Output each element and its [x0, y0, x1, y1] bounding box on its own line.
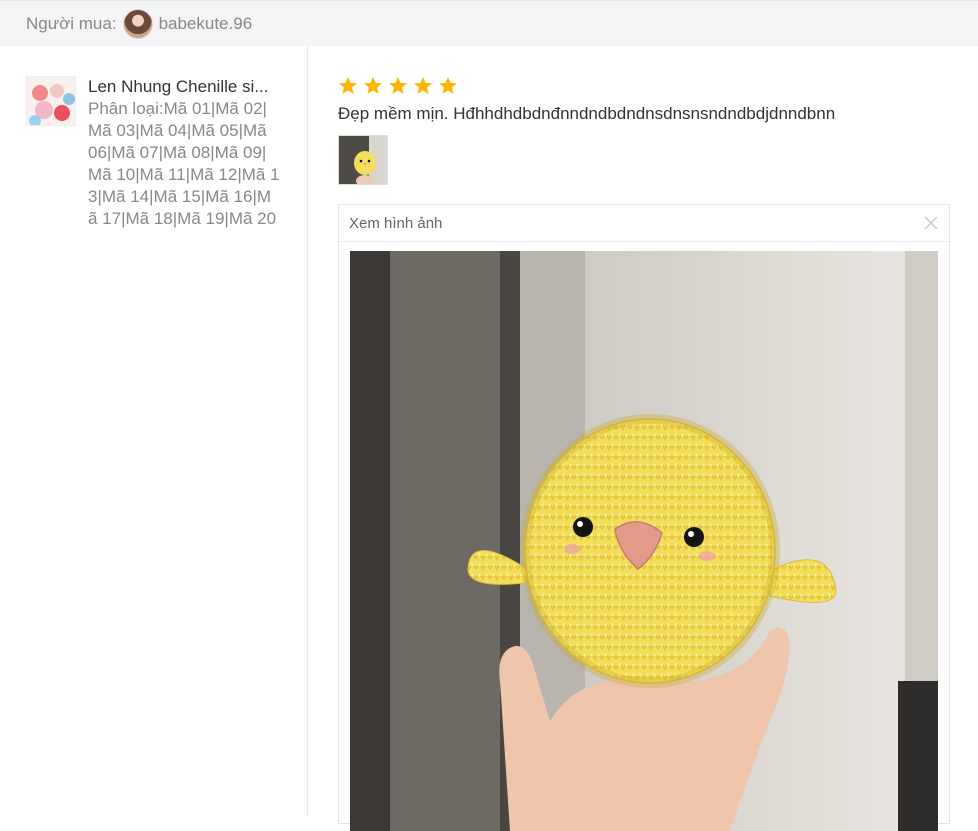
review-photo-large: [350, 251, 938, 831]
product-name[interactable]: Len Nhung Chenille si...: [88, 76, 280, 98]
buyer-avatar[interactable]: [122, 8, 153, 39]
review-block: Đẹp mềm mịn. Hđhhdhdbdnđnndndbdndnsdnsns…: [338, 74, 950, 185]
review-photo-thumbnail[interactable]: [338, 135, 388, 185]
buyer-label: Người mua:: [26, 13, 117, 33]
crochet-chick-photo: [350, 251, 938, 831]
rating-stars: [338, 74, 950, 98]
review-comment: Đẹp mềm mịn. Hđhhdhdbdnđnndndbdndnsdnsns…: [338, 104, 836, 123]
product-variant: Phân loại:Mã 01|Mã 02|Mã 03|Mã 04|Mã 05|…: [88, 99, 280, 228]
image-viewer-header: Xem hình ảnh: [339, 205, 949, 242]
buyer-username[interactable]: babekute.96: [159, 14, 253, 34]
chick-thumbnail-image: [339, 136, 387, 184]
star-icon: [364, 77, 382, 94]
star-icon: [414, 77, 432, 94]
star-icon: [339, 77, 357, 94]
star-icon: [439, 77, 457, 94]
close-icon[interactable]: [923, 215, 939, 231]
column-divider: [307, 46, 308, 816]
image-viewer: Xem hình ảnh: [338, 204, 950, 831]
star-icon: [389, 77, 407, 94]
buyer-bar: Người mua: babekute.96: [0, 0, 978, 46]
product-thumbnail[interactable]: [26, 76, 76, 126]
yarn-balls-image: [27, 77, 75, 125]
image-viewer-title: Xem hình ảnh: [349, 214, 443, 232]
